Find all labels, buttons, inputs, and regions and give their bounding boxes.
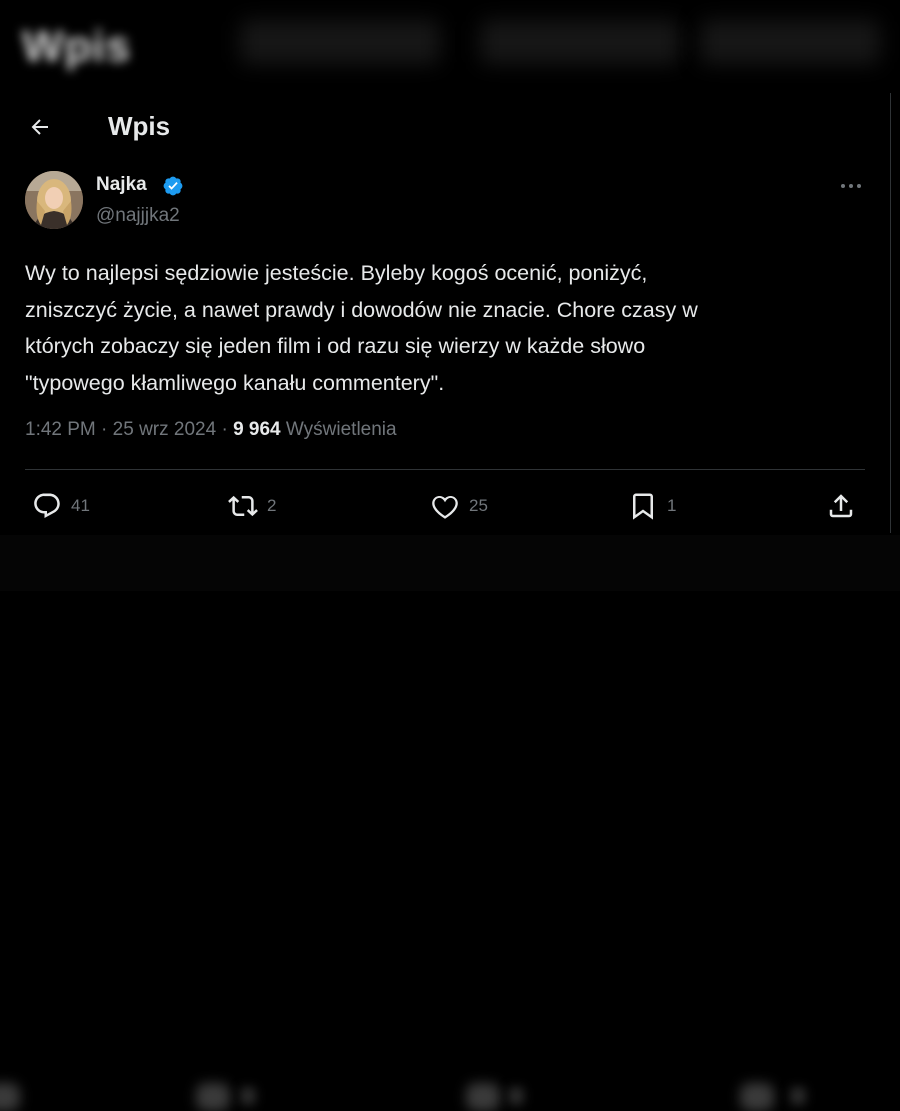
more-horizontal-icon (841, 184, 861, 188)
tweet-time[interactable]: 1:42 PM (25, 419, 96, 440)
more-options-button[interactable] (836, 175, 866, 197)
blurred-count (508, 1087, 524, 1105)
blurred-action-bar (0, 535, 900, 1111)
views-label[interactable]: Wyświetlenia (286, 419, 397, 440)
blurred-block (480, 20, 680, 64)
author-handle[interactable]: @najjjka2 (96, 205, 180, 227)
retweet-button[interactable]: 2 (228, 488, 276, 524)
retweet-icon (228, 495, 258, 517)
blurred-title: Wpis (22, 22, 132, 71)
page-title: Wpis (108, 111, 171, 141)
arrow-left-icon (31, 119, 48, 135)
tweet-text: Wy to najlepsi sędziowie jesteście. Byle… (25, 261, 698, 395)
author-name[interactable]: Najka (96, 174, 147, 196)
page-header: Wpis (0, 93, 890, 161)
back-button[interactable] (22, 109, 58, 145)
tweet-meta: 1:42 PM · 25 wrz 2024 · 9 964 Wyświetlen… (25, 419, 397, 441)
verified-badge-icon (163, 176, 183, 196)
blurred-count (240, 1087, 256, 1105)
blurred-block (700, 20, 880, 64)
like-button[interactable]: 25 (430, 488, 488, 524)
reply-count: 41 (71, 496, 90, 515)
blurred-icon (196, 1083, 230, 1111)
tweet-date[interactable]: 25 wrz 2024 (113, 419, 217, 440)
blurred-icon (0, 1083, 20, 1111)
heart-icon (432, 495, 458, 519)
bookmark-button[interactable]: 1 (628, 488, 676, 524)
views-count[interactable]: 9 964 (233, 419, 281, 440)
divider (25, 469, 865, 470)
share-button[interactable] (826, 488, 856, 524)
meta-separator: · (101, 419, 108, 440)
reply-icon (34, 493, 60, 518)
blurred-count (790, 1087, 806, 1105)
reply-button[interactable]: 41 (32, 488, 90, 524)
bookmark-count: 1 (667, 496, 677, 515)
retweet-count: 2 (267, 496, 277, 515)
tweet-card: Wpis Najka @najjjka2 Wy to najlepsi sędz… (0, 93, 891, 533)
avatar-image (25, 171, 83, 229)
bookmark-icon (633, 493, 653, 520)
avatar[interactable] (25, 171, 83, 229)
like-count: 25 (469, 496, 488, 515)
blurred-icon (740, 1083, 774, 1111)
blurred-icon (466, 1083, 500, 1111)
meta-separator: · (221, 419, 228, 440)
blurred-block (240, 20, 440, 64)
share-icon (829, 494, 853, 518)
